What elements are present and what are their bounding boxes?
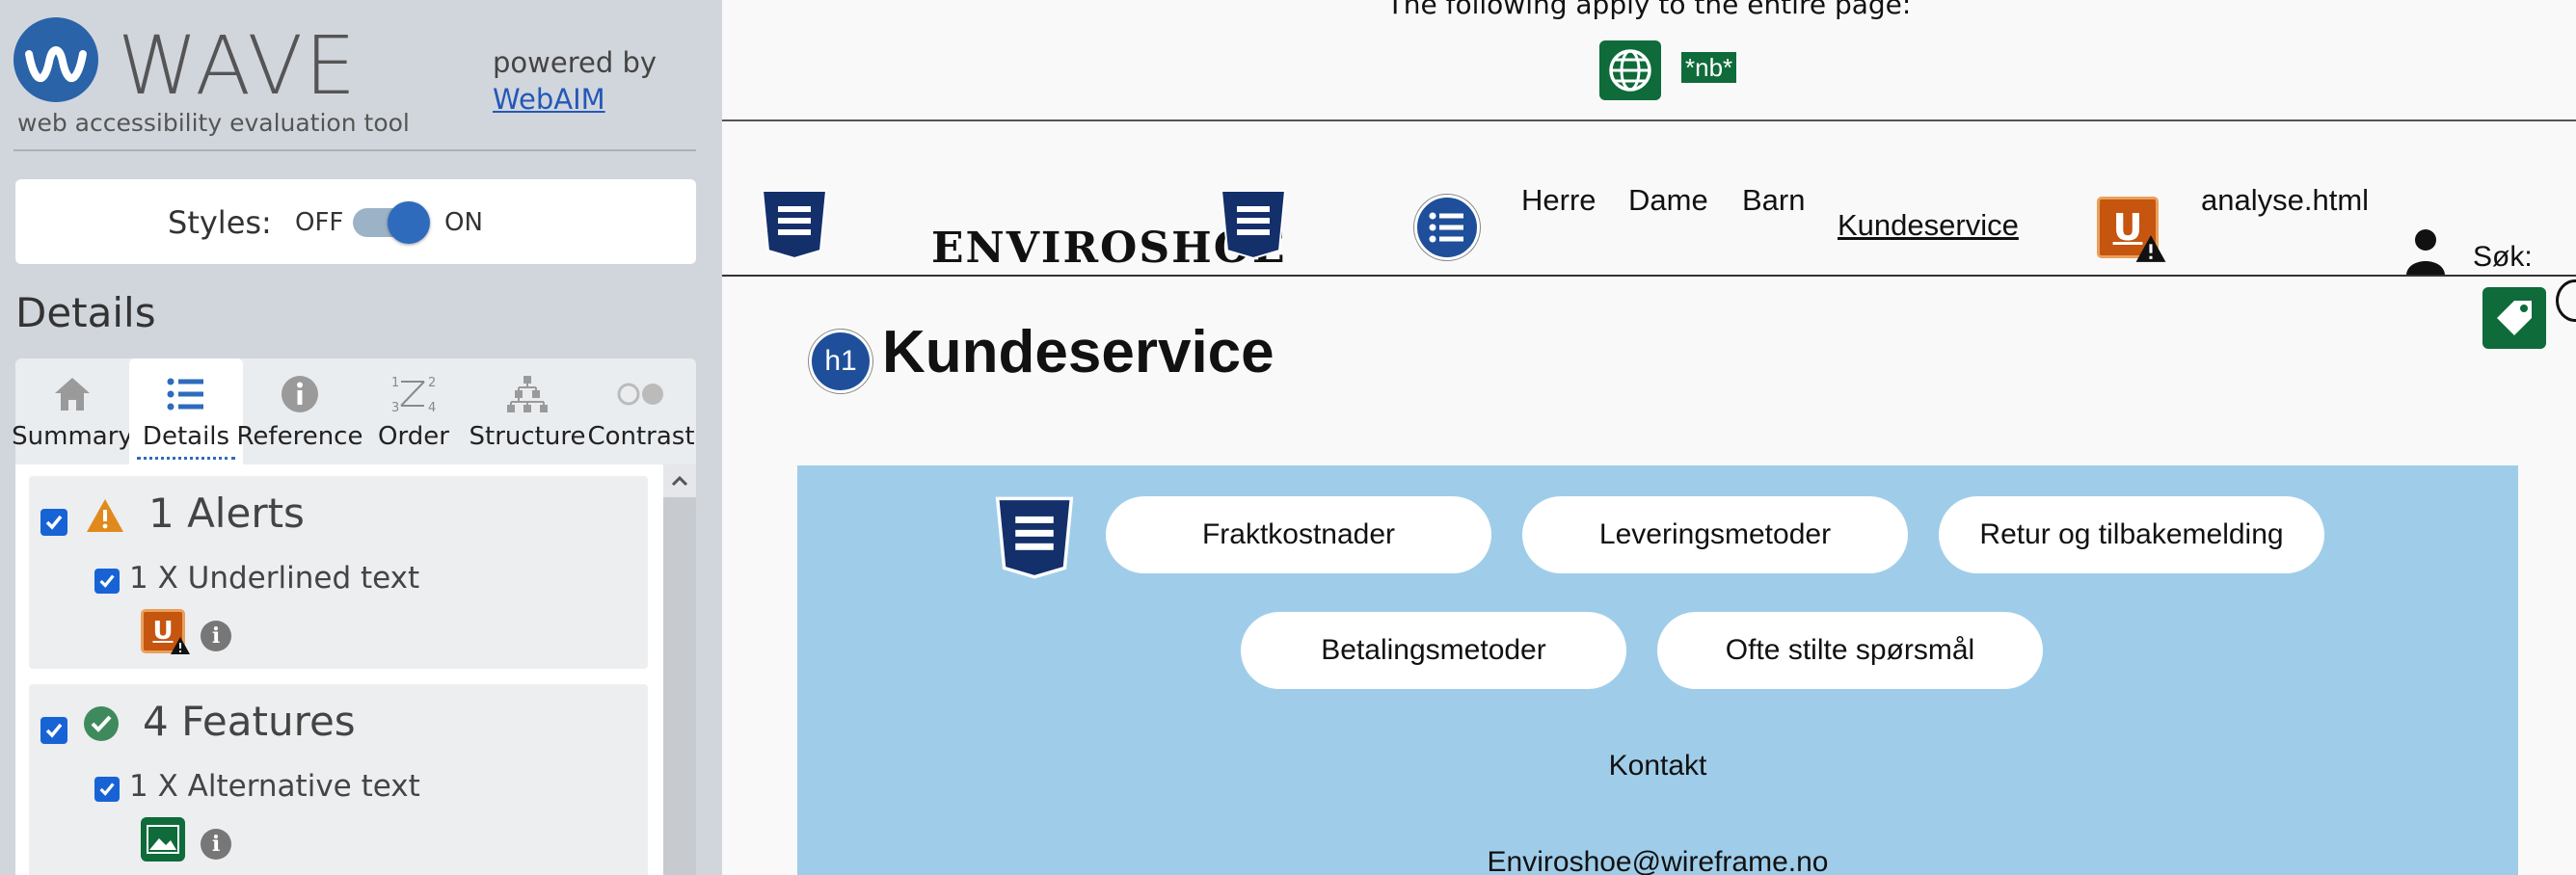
alerts-card: 1 Alerts 1 X Underlined text U i	[29, 476, 648, 669]
search-label: Søk:	[2473, 241, 2533, 273]
underlined-text-label: 1 X Underlined text	[129, 561, 420, 596]
contact-heading: Kontakt	[1608, 750, 1707, 782]
wave-tagline: web accessibility evaluation tool	[17, 109, 410, 137]
order-icon: 1 2 3 4	[357, 370, 470, 418]
sidebar-divider	[13, 149, 696, 151]
nav-link-herre[interactable]: Herre	[1521, 183, 1597, 218]
betalingsmetoder-button[interactable]: Betalingsmetoder	[1241, 612, 1626, 689]
tab-label: Contrast	[587, 422, 695, 451]
user-icon[interactable]	[2404, 227, 2447, 279]
features-card: 4 Features 1 X Alternative text i	[29, 684, 648, 875]
unordered-list-icon[interactable]	[1414, 195, 1480, 260]
service-area: Fraktkostnader Leveringsmetoder Retur og…	[797, 465, 2518, 875]
top-divider	[722, 119, 2576, 121]
active-tab-underline	[137, 457, 235, 460]
warning-mini-icon	[2134, 233, 2167, 268]
alerts-checkbox[interactable]	[40, 509, 67, 536]
webaim-link[interactable]: WebAIM	[493, 81, 657, 118]
details-title: Details	[15, 289, 156, 336]
svg-text:2: 2	[428, 376, 436, 390]
tab-label: Order	[378, 422, 449, 451]
css-icon[interactable]	[1220, 189, 1287, 260]
contact-email[interactable]: Enviroshoe@wireframe.no	[797, 846, 2518, 875]
scroll-up-arrow-icon[interactable]	[663, 464, 696, 497]
check-circle-icon	[83, 705, 120, 746]
features-checkbox[interactable]	[40, 717, 67, 744]
underlined-text-checkbox[interactable]	[94, 569, 120, 594]
styles-on-label: ON	[444, 208, 483, 237]
page-content: The following apply to the entire page: …	[722, 0, 2576, 875]
features-heading: 4 Features	[143, 698, 356, 745]
retur-button[interactable]: Retur og tilbakemelding	[1939, 496, 2324, 573]
tag-icon[interactable]	[2482, 287, 2546, 349]
contrast-icon	[584, 370, 698, 418]
tab-label: Summary	[12, 422, 133, 451]
page-level-note: The following apply to the entire page:	[1386, 0, 1912, 20]
language-badge[interactable]: *nb*	[1681, 52, 1737, 83]
css-icon[interactable]	[761, 189, 828, 260]
warning-mini-icon	[170, 636, 191, 659]
svg-text:4: 4	[428, 401, 436, 415]
info-icon[interactable]: i	[201, 621, 231, 651]
leveringsmetoder-button[interactable]: Leveringsmetoder	[1522, 496, 1908, 573]
alt-text-icon[interactable]	[141, 817, 185, 862]
wave-sidebar: WAVE web accessibility evaluation tool p…	[0, 0, 722, 875]
alerts-heading: 1 Alerts	[148, 490, 305, 537]
wave-wordmark: WAVE	[118, 18, 359, 113]
svg-text:1: 1	[391, 376, 399, 390]
alt-text-checkbox[interactable]	[94, 777, 120, 802]
powered-by: powered by WebAIM	[493, 44, 657, 118]
tab-reference[interactable]: Reference	[237, 358, 362, 464]
list-icon	[129, 370, 243, 418]
alt-text-label: 1 X Alternative text	[129, 769, 420, 804]
alert-triangle-icon	[85, 497, 125, 538]
tab-summary[interactable]: Summary	[12, 358, 133, 464]
h1-heading-icon[interactable]: h1	[809, 330, 872, 393]
tab-order[interactable]: 1 2 3 4 Order	[357, 358, 470, 464]
panel-scrollbar[interactable]	[663, 464, 696, 875]
h1-badge-text: h1	[824, 345, 857, 377]
info-icon[interactable]: i	[201, 829, 231, 860]
home-icon	[15, 370, 129, 418]
styles-label: Styles:	[168, 204, 272, 241]
tab-label: Structure	[469, 422, 586, 451]
info-icon	[243, 370, 357, 418]
nav-link-kundeservice[interactable]: Kundeservice	[1838, 208, 2019, 243]
tab-details[interactable]: Details	[129, 358, 243, 464]
svg-text:3: 3	[391, 401, 399, 415]
nav-divider	[722, 275, 2576, 277]
fraktkostnader-button[interactable]: Fraktkostnader	[1106, 496, 1491, 573]
analyse-link[interactable]: analyse.html	[2201, 183, 2369, 218]
wave-logo-icon	[13, 17, 98, 102]
styles-toggle-box: Styles: OFF ON	[15, 179, 696, 264]
styles-toggle-knob[interactable]	[388, 201, 430, 244]
structure-icon	[470, 370, 584, 418]
search-input[interactable]	[2556, 279, 2576, 322]
nav-link-dame[interactable]: Dame	[1628, 183, 1708, 218]
tab-contrast[interactable]: Contrast	[584, 358, 698, 464]
powered-by-text: powered by	[493, 46, 657, 79]
styles-off-label: OFF	[295, 208, 344, 237]
page-title: Kundeservice	[882, 319, 1275, 385]
details-panel: 1 Alerts 1 X Underlined text U i 4 Featu…	[15, 464, 696, 875]
css-icon[interactable]	[994, 496, 1075, 579]
panel-tabs: Summary Details Reference 1 2 3 4 Order …	[12, 358, 698, 464]
faq-button[interactable]: Ofte stilte spørsmål	[1657, 612, 2043, 689]
tab-label: Reference	[236, 422, 363, 451]
language-globe-icon[interactable]	[1599, 40, 1661, 100]
nav-link-barn[interactable]: Barn	[1742, 183, 1805, 218]
tab-label: Details	[142, 422, 230, 451]
tab-structure[interactable]: Structure	[470, 358, 585, 464]
